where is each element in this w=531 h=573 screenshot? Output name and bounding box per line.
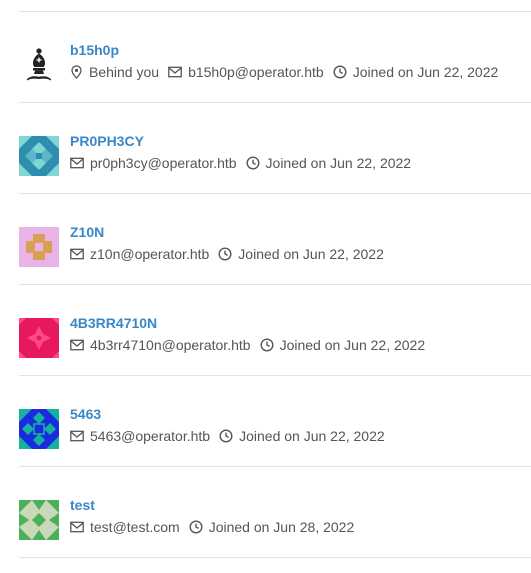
map-marker-icon bbox=[71, 65, 82, 79]
avatar[interactable] bbox=[19, 227, 59, 267]
joined-item: Joined on Jun 22, 2022 bbox=[333, 64, 499, 80]
avatar[interactable] bbox=[19, 500, 59, 540]
user-row: 5463 5463@operator.htb Joined on Jun 22,… bbox=[19, 376, 531, 467]
user-row: test test@test.com Joined on Jun 28, 202… bbox=[19, 467, 531, 558]
clock-icon bbox=[189, 520, 203, 534]
joined-item: Joined on Jun 22, 2022 bbox=[218, 246, 384, 262]
identicon-green bbox=[19, 500, 59, 540]
chess-bishop-icon bbox=[19, 45, 59, 85]
email-item: 5463@operator.htb bbox=[70, 428, 210, 444]
user-row: b15h0p Behind you b15h0p@operator.htb Jo… bbox=[19, 12, 531, 103]
clock-icon bbox=[333, 65, 347, 79]
user-meta: 4b3rr4710n@operator.htb Joined on Jun 22… bbox=[70, 337, 434, 353]
email-item: z10n@operator.htb bbox=[70, 246, 209, 262]
clock-icon bbox=[219, 429, 233, 443]
location-item: Behind you bbox=[70, 64, 159, 80]
user-meta: Behind you b15h0p@operator.htb Joined on… bbox=[70, 64, 507, 80]
email-link[interactable]: z10n@operator.htb bbox=[90, 246, 209, 262]
avatar[interactable] bbox=[19, 409, 59, 449]
email-item: b15h0p@operator.htb bbox=[168, 64, 324, 80]
clock-icon bbox=[218, 247, 232, 261]
joined-item: Joined on Jun 22, 2022 bbox=[260, 337, 426, 353]
user-row: Z10N z10n@operator.htb Joined on Jun 22,… bbox=[19, 194, 531, 285]
user-row: PR0PH3CY pr0ph3cy@operator.htb Joined on… bbox=[19, 103, 531, 194]
user-meta: z10n@operator.htb Joined on Jun 22, 2022 bbox=[70, 246, 393, 262]
joined-text: Joined on Jun 22, 2022 bbox=[352, 64, 499, 80]
email-link[interactable]: 5463@operator.htb bbox=[90, 428, 210, 444]
identicon-blue bbox=[19, 409, 59, 449]
joined-text: Joined on Jun 22, 2022 bbox=[239, 428, 385, 444]
location-text: Behind you bbox=[89, 64, 160, 80]
username-link[interactable]: PR0PH3CY bbox=[70, 133, 144, 149]
username-link[interactable]: 5463 bbox=[70, 406, 101, 422]
joined-item: Joined on Jun 28, 2022 bbox=[189, 519, 355, 535]
email-item: 4b3rr4710n@operator.htb bbox=[70, 337, 251, 353]
username-link[interactable]: b15h0p bbox=[70, 42, 119, 58]
envelope-icon bbox=[168, 66, 182, 78]
email-link[interactable]: 4b3rr4710n@operator.htb bbox=[90, 337, 251, 353]
identicon-teal bbox=[19, 136, 59, 176]
avatar[interactable] bbox=[19, 45, 59, 85]
email-link[interactable]: b15h0p@operator.htb bbox=[188, 64, 324, 80]
username-link[interactable]: Z10N bbox=[70, 224, 104, 240]
clock-icon bbox=[260, 338, 274, 352]
joined-text: Joined on Jun 22, 2022 bbox=[238, 246, 384, 262]
user-meta: 5463@operator.htb Joined on Jun 22, 2022 bbox=[70, 428, 394, 444]
joined-text: Joined on Jun 28, 2022 bbox=[208, 519, 355, 535]
clock-icon bbox=[246, 156, 260, 170]
identicon-pink bbox=[19, 227, 59, 267]
joined-text: Joined on Jun 22, 2022 bbox=[279, 337, 426, 353]
avatar[interactable] bbox=[19, 136, 59, 176]
username-link[interactable]: 4B3RR4710N bbox=[70, 315, 157, 331]
email-item: test@test.com bbox=[70, 519, 180, 535]
joined-item: Joined on Jun 22, 2022 bbox=[246, 155, 412, 171]
user-meta: test@test.com Joined on Jun 28, 2022 bbox=[70, 519, 363, 535]
envelope-icon bbox=[70, 339, 84, 351]
envelope-icon bbox=[70, 157, 84, 169]
avatar[interactable] bbox=[19, 318, 59, 358]
email-link[interactable]: pr0ph3cy@operator.htb bbox=[90, 155, 237, 171]
joined-item: Joined on Jun 22, 2022 bbox=[219, 428, 385, 444]
envelope-icon bbox=[70, 430, 84, 442]
user-list: b15h0p Behind you b15h0p@operator.htb Jo… bbox=[0, 12, 531, 558]
identicon-magenta bbox=[19, 318, 59, 358]
username-link[interactable]: test bbox=[70, 497, 95, 513]
envelope-icon bbox=[70, 521, 84, 533]
user-meta: pr0ph3cy@operator.htb Joined on Jun 22, … bbox=[70, 155, 420, 171]
email-link[interactable]: test@test.com bbox=[90, 519, 180, 535]
user-row: 4B3RR4710N 4b3rr4710n@operator.htb Joine… bbox=[19, 285, 531, 376]
email-item: pr0ph3cy@operator.htb bbox=[70, 155, 237, 171]
joined-text: Joined on Jun 22, 2022 bbox=[265, 155, 412, 171]
envelope-icon bbox=[70, 248, 84, 260]
